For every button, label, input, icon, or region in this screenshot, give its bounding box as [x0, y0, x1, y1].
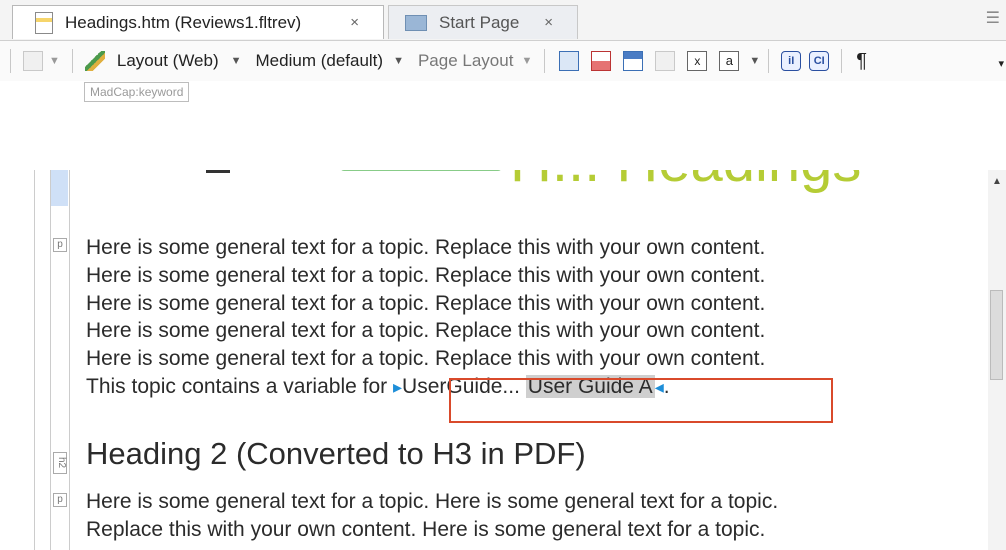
- condition-icon[interactable]: CI: [809, 51, 830, 71]
- page-layout-label: Page Layout: [417, 51, 514, 70]
- toolbar-divider: [768, 49, 770, 73]
- heading-1-text: H... Headings: [510, 170, 861, 194]
- tab-headings[interactable]: Headings.htm (Reviews1.fltrev) ×: [12, 5, 384, 39]
- chevron-down-icon[interactable]: ▼: [49, 55, 60, 67]
- text-line: Replace this with your own content. Here…: [86, 517, 766, 541]
- tab-label: Headings.htm (Reviews1.fltrev): [65, 12, 302, 32]
- editor-left-rail: [34, 170, 35, 550]
- text-line: Here is some general text for a topic. R…: [86, 291, 766, 315]
- toolbar-divider: [71, 49, 73, 73]
- page-layout-dropdown[interactable]: Page Layout ▼: [418, 51, 532, 71]
- medium-dropdown[interactable]: Medium (default) ▼: [256, 51, 404, 71]
- text-span: This topic contains a variable for: [86, 374, 388, 398]
- x-box-icon[interactable]: x: [687, 51, 708, 71]
- chevron-down-icon[interactable]: ▼: [749, 55, 760, 67]
- tab-list-menu-icon[interactable]: ☰: [986, 8, 1000, 28]
- variable-highlight: [340, 170, 502, 171]
- heading-2: Heading 2 (Converted to H3 in PDF): [86, 436, 586, 471]
- structure-bar-selection[interactable]: [51, 170, 68, 206]
- toolbar-divider: [544, 49, 546, 73]
- variable-highlight-box: [449, 378, 833, 423]
- track-changes-icon[interactable]: [591, 51, 612, 71]
- paragraph-1: Here is some general text for a topic. R…: [86, 234, 966, 402]
- a-box-icon[interactable]: a: [719, 51, 740, 71]
- start-page-icon: [405, 14, 427, 31]
- document-icon: [35, 11, 53, 34]
- drop-cap-block: [206, 170, 230, 173]
- window-icon[interactable]: [623, 51, 644, 71]
- variable-icon[interactable]: iI: [781, 51, 802, 71]
- editor-toolbar: ▼ Layout (Web) ▼ Medium (default) ▼ Page…: [0, 41, 1006, 81]
- tab-strip: Headings.htm (Reviews1.fltrev) × Start P…: [0, 0, 1006, 41]
- text-line: Here is some general text for a topic. R…: [86, 236, 766, 259]
- keyword-tag: MadCap:keyword: [84, 82, 190, 102]
- chevron-down-icon[interactable]: ▼: [231, 55, 242, 67]
- tab-start-page[interactable]: Start Page ×: [388, 5, 578, 39]
- layout-label: Layout (Web): [116, 51, 219, 70]
- text-line: Here is some general text for a topic. R…: [86, 263, 766, 287]
- layout-dropdown[interactable]: Layout (Web) ▼: [84, 51, 242, 71]
- vertical-scrollbar[interactable]: ▲: [988, 170, 1006, 550]
- preview-icon: [23, 51, 43, 71]
- text-line: Here is some general text for a topic. R…: [86, 319, 766, 343]
- show-formatting-icon[interactable]: ¶: [856, 50, 867, 73]
- text-line: Here is some general text for a topic. R…: [86, 347, 766, 371]
- scroll-thumb[interactable]: [990, 290, 1003, 380]
- preview-button[interactable]: ▼: [23, 51, 60, 71]
- toolbar-divider: [841, 49, 843, 73]
- medium-label: Medium (default): [255, 51, 384, 70]
- tab-label: Start Page: [439, 12, 520, 32]
- toolbar-overflow-icon[interactable]: ▾: [998, 57, 1004, 70]
- heading-1: H... Headings: [86, 170, 861, 195]
- pencil-icon: [84, 51, 105, 71]
- tag-marker-p[interactable]: p: [53, 238, 67, 252]
- scroll-up-icon[interactable]: ▲: [992, 176, 1002, 187]
- close-icon[interactable]: ×: [544, 14, 553, 31]
- variable-open-marker-icon[interactable]: ▸: [393, 377, 402, 397]
- tag-marker-p[interactable]: p: [53, 493, 67, 507]
- editor-area[interactable]: H... Headings p Here is some general tex…: [0, 170, 1006, 550]
- reject-change-icon[interactable]: [655, 51, 676, 71]
- preview-topic-icon[interactable]: [559, 51, 580, 71]
- text-line: Here is some general text for a topic. H…: [86, 490, 779, 513]
- paragraph-2: Here is some general text for a topic. H…: [86, 488, 966, 544]
- chevron-down-icon[interactable]: ▼: [521, 55, 532, 67]
- tag-marker-h2[interactable]: h2: [53, 452, 67, 474]
- chevron-down-icon[interactable]: ▼: [393, 55, 404, 67]
- close-icon[interactable]: ×: [350, 14, 359, 31]
- toolbar-divider: [10, 49, 11, 73]
